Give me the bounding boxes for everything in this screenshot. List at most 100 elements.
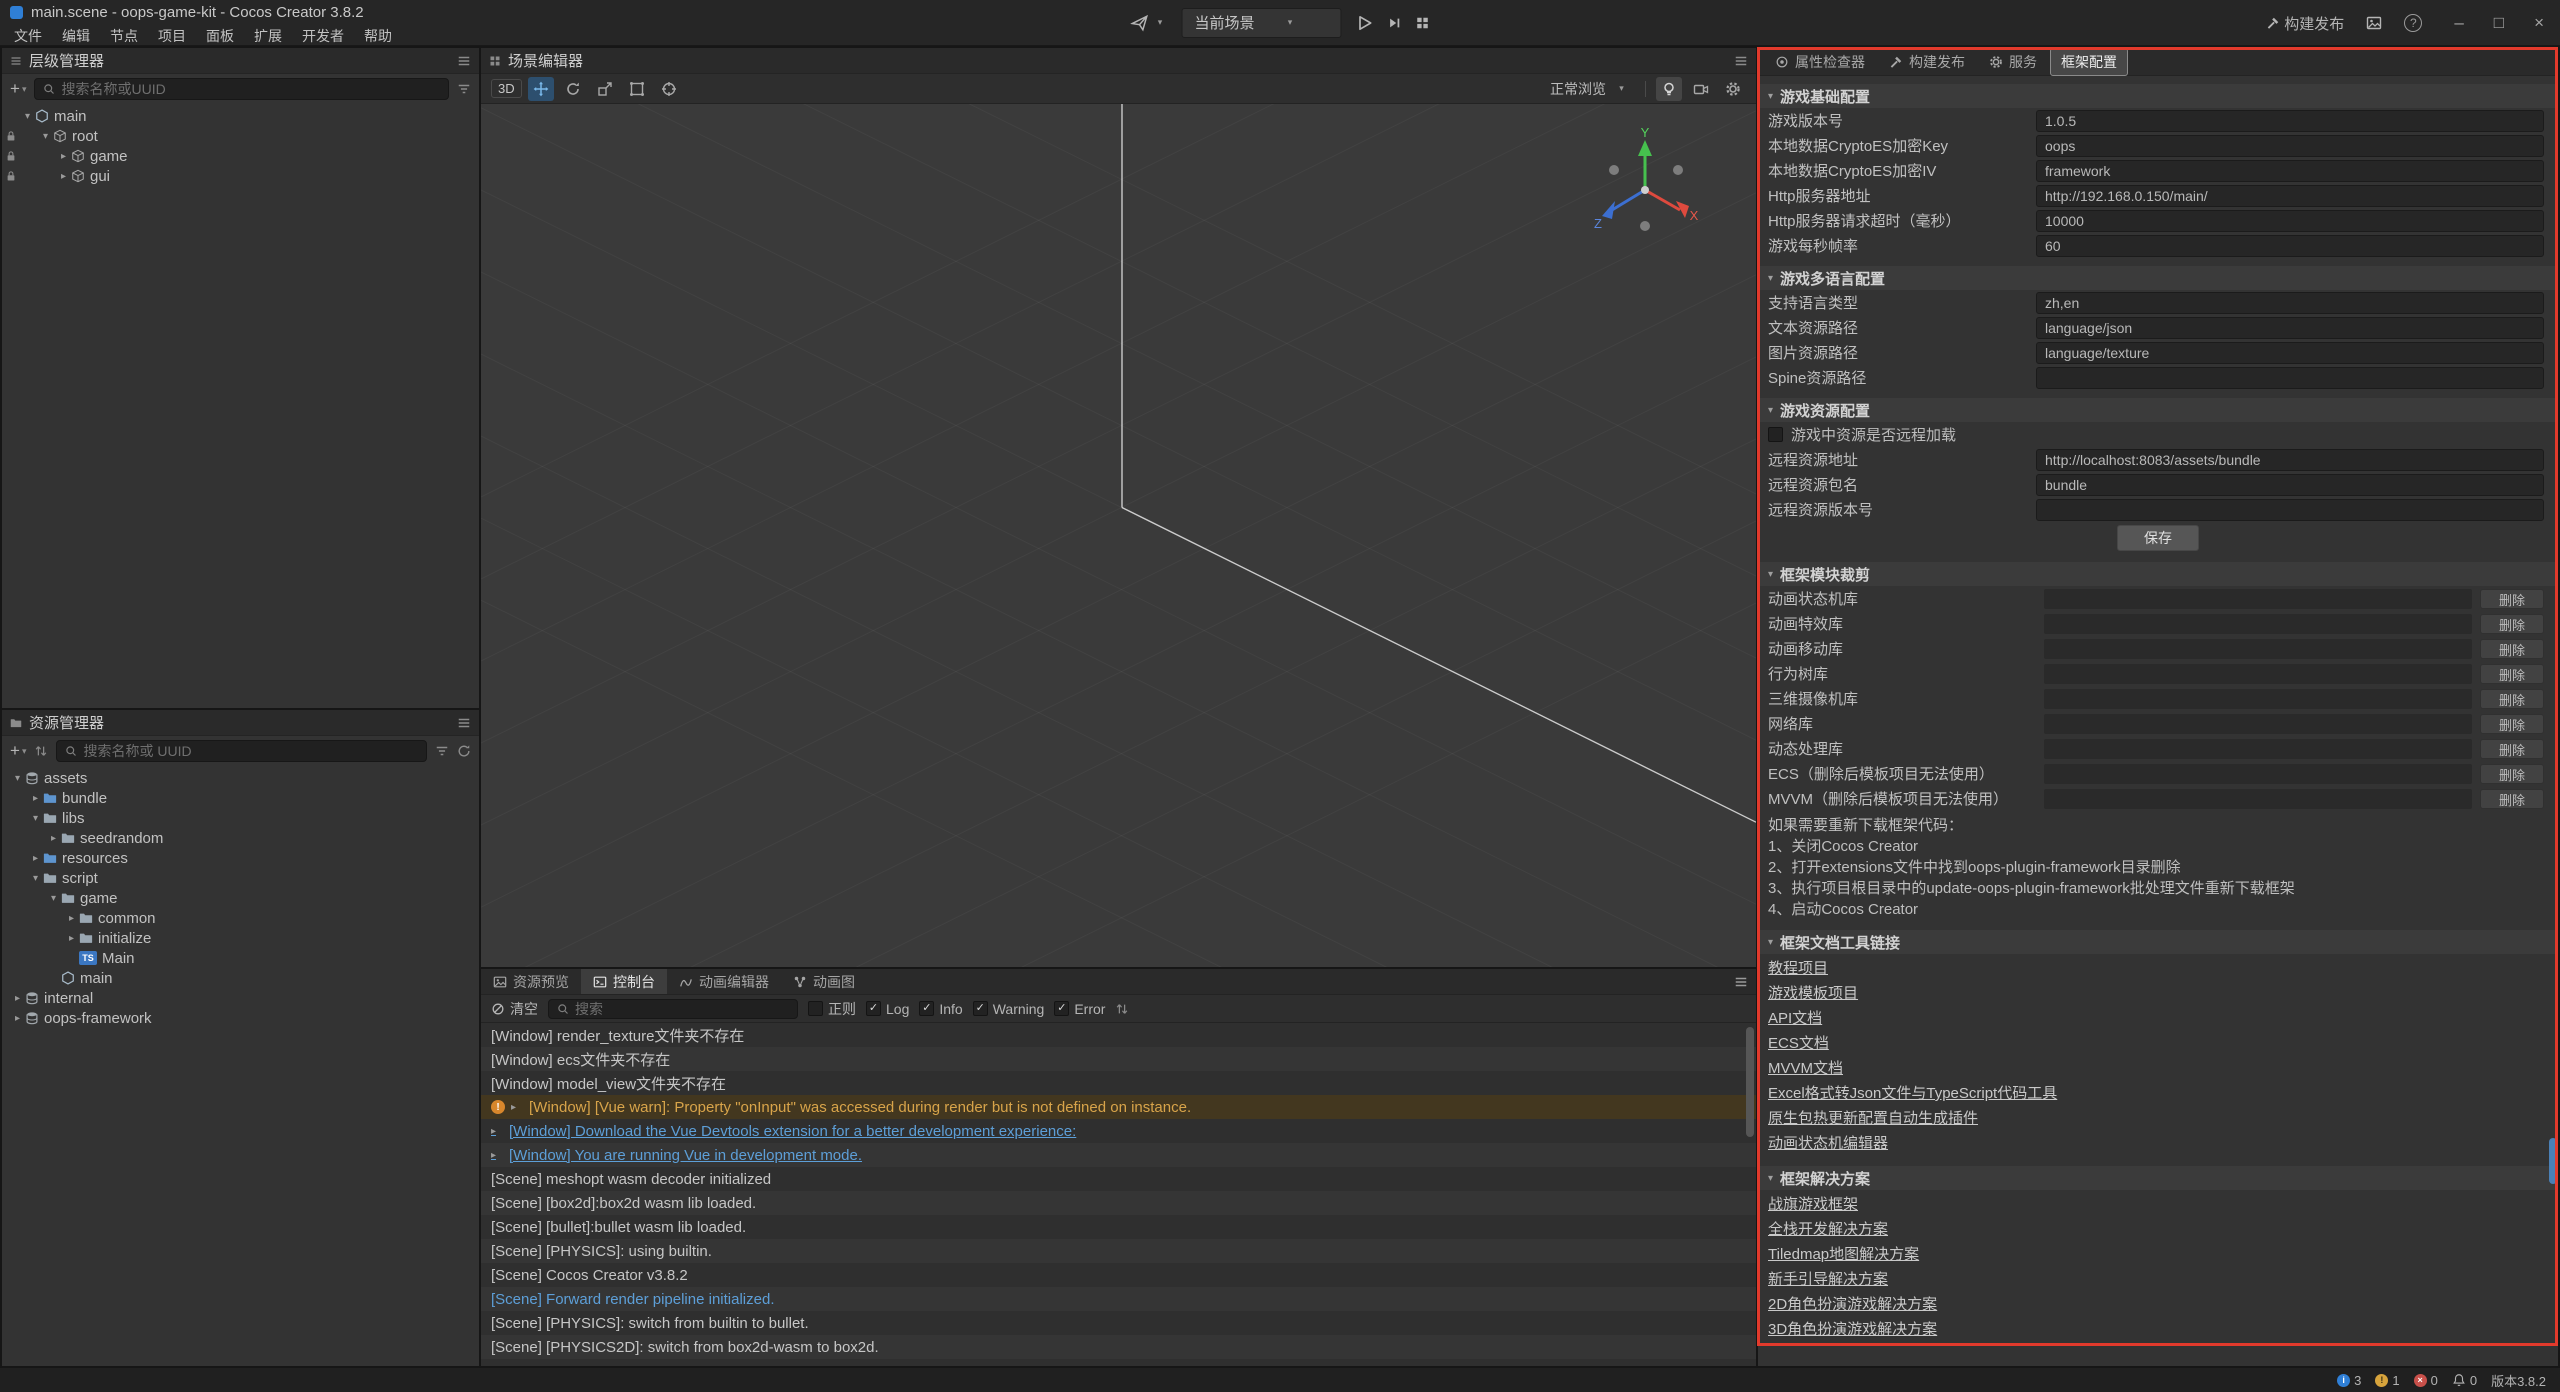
status-notifications[interactable]: 0: [2452, 1373, 2477, 1388]
link-template-project[interactable]: 游戏模板项目: [1768, 981, 1858, 1006]
window-close-button[interactable]: ×: [2534, 13, 2544, 33]
asset-node-initialize[interactable]: ▸ initialize: [2, 928, 479, 948]
image-path-input[interactable]: [2036, 342, 2544, 364]
delete-module-button[interactable]: 删除: [2480, 714, 2544, 734]
menu-project[interactable]: 项目: [148, 26, 196, 46]
expand-arrow-icon[interactable]: ▾: [38, 131, 53, 142]
asset-node-oops-framework[interactable]: ▸ oops-framework: [2, 1008, 479, 1028]
text-path-input[interactable]: [2036, 317, 2544, 339]
regex-toggle[interactable]: 正则: [808, 999, 856, 1019]
link-strategy-framework[interactable]: 战旗游戏框架: [1768, 1192, 1858, 1217]
tab-framework-config[interactable]: 框架配置: [2050, 48, 2128, 76]
rect-tool-button[interactable]: [624, 77, 650, 101]
link-mvvm-docs[interactable]: MVVM文档: [1768, 1056, 1843, 1081]
tab-animation-graph[interactable]: 动画图: [781, 969, 867, 994]
tab-services[interactable]: 服务: [1978, 48, 2048, 76]
section-game-basic-config[interactable]: ▾游戏基础配置: [1758, 84, 2558, 108]
tab-console[interactable]: 控制台: [581, 969, 667, 994]
save-button[interactable]: 保存: [2117, 525, 2199, 551]
filter-icon[interactable]: [435, 744, 449, 758]
log-line-warning[interactable]: !▸[Window] [Vue warn]: Property "onInput…: [481, 1095, 1756, 1119]
preview-platform-button[interactable]: ▾: [1131, 14, 1168, 32]
hierarchy-node-game[interactable]: ▸ game: [2, 146, 479, 166]
panel-menu-icon[interactable]: [1734, 54, 1748, 68]
status-warning-count[interactable]: !1: [2375, 1373, 2399, 1388]
section-solutions[interactable]: ▾框架解决方案: [1758, 1166, 2558, 1190]
lock-icon[interactable]: [5, 150, 17, 162]
inspector-scrollbar[interactable]: [2549, 1138, 2557, 1184]
scene-viewport[interactable]: Y X Z: [481, 104, 1756, 967]
crypto-iv-input[interactable]: [2036, 160, 2544, 182]
remote-bundle-input[interactable]: [2036, 474, 2544, 496]
play-button[interactable]: [1356, 14, 1374, 32]
log-line[interactable]: [Scene] [PHYSICS]: using builtin.: [481, 1239, 1756, 1263]
error-checkbox[interactable]: [1054, 1001, 1069, 1016]
move-tool-button[interactable]: [528, 77, 554, 101]
menu-panel[interactable]: 面板: [196, 26, 244, 46]
language-types-input[interactable]: [2036, 292, 2544, 314]
view-mode-dropdown[interactable]: 正常浏览 ▾: [1544, 77, 1635, 101]
expand-arrow-icon[interactable]: ▸: [491, 1150, 503, 1161]
asset-node-main-ts[interactable]: TS Main: [2, 948, 479, 968]
asset-node-libs[interactable]: ▾ libs: [2, 808, 479, 828]
expand-arrow-icon[interactable]: ▸: [491, 1126, 503, 1137]
console-search-input[interactable]: [575, 1001, 789, 1017]
log-line[interactable]: [Window] ecs文件夹不存在: [481, 1047, 1756, 1071]
http-server-input[interactable]: [2036, 185, 2544, 207]
log-line[interactable]: [Scene] [PHYSICS]: switch from builtin t…: [481, 1311, 1756, 1335]
delete-module-button[interactable]: 删除: [2480, 764, 2544, 784]
step-button[interactable]: [1388, 16, 1402, 30]
camera-settings-button[interactable]: [1688, 77, 1714, 101]
log-line[interactable]: [Scene] [bullet]:bullet wasm lib loaded.: [481, 1215, 1756, 1239]
log-line[interactable]: [Scene] Forward render pipeline initiali…: [481, 1287, 1756, 1311]
sort-icon[interactable]: [34, 744, 48, 758]
asset-node-main-scene[interactable]: main: [2, 968, 479, 988]
link-fullstack-solution[interactable]: 全栈开发解决方案: [1768, 1217, 1888, 1242]
asset-node-bundle[interactable]: ▸ bundle: [2, 788, 479, 808]
console-scrollbar[interactable]: [1746, 1027, 1754, 1137]
scene-settings-button[interactable]: [1720, 77, 1746, 101]
link-ecs-docs[interactable]: ECS文档: [1768, 1031, 1829, 1056]
spine-path-input[interactable]: [2036, 367, 2544, 389]
crypto-key-input[interactable]: [2036, 135, 2544, 157]
log-line[interactable]: [Window] render_texture文件夹不存在: [481, 1023, 1756, 1047]
window-maximize-button[interactable]: □: [2494, 13, 2504, 33]
asset-node-common[interactable]: ▸ common: [2, 908, 479, 928]
log-line[interactable]: ▸[Window] You are running Vue in develop…: [481, 1143, 1756, 1167]
menu-edit[interactable]: 编辑: [52, 26, 100, 46]
http-timeout-input[interactable]: [2036, 210, 2544, 232]
tab-asset-preview[interactable]: 资源预览: [481, 969, 581, 994]
expand-arrow-icon[interactable]: ▸: [56, 171, 71, 182]
fps-input[interactable]: [2036, 235, 2544, 257]
assets-search-input[interactable]: [83, 743, 418, 759]
remote-version-input[interactable]: [2036, 499, 2544, 521]
lock-icon[interactable]: [5, 170, 17, 182]
log-line[interactable]: [Scene] Cocos Creator v3.8.2: [481, 1263, 1756, 1287]
help-button[interactable]: ?: [2404, 14, 2422, 32]
link-tutorial-project[interactable]: 教程项目: [1768, 956, 1828, 981]
window-minimize-button[interactable]: –: [2454, 13, 2463, 33]
log-line[interactable]: ▸[Window] Download the Vue Devtools exte…: [481, 1119, 1756, 1143]
delete-module-button[interactable]: 删除: [2480, 789, 2544, 809]
hierarchy-search-input[interactable]: [61, 81, 440, 97]
screenshot-button[interactable]: [2366, 15, 2382, 31]
warning-checkbox[interactable]: [973, 1001, 988, 1016]
link-guide-solution[interactable]: 新手引导解决方案: [1768, 1267, 1888, 1292]
create-node-button[interactable]: +▾: [10, 79, 26, 99]
asset-node-game[interactable]: ▾ game: [2, 888, 479, 908]
refresh-icon[interactable]: [457, 744, 471, 758]
delete-module-button[interactable]: 删除: [2480, 689, 2544, 709]
section-doc-links[interactable]: ▾框架文档工具链接: [1758, 930, 2558, 954]
hierarchy-node-root[interactable]: ▾ root: [2, 126, 479, 146]
asset-node-resources[interactable]: ▸ resources: [2, 848, 479, 868]
panel-menu-icon[interactable]: [457, 54, 471, 68]
menu-developer[interactable]: 开发者: [292, 26, 354, 46]
hierarchy-node-main[interactable]: ▾ main: [2, 106, 479, 126]
anchor-tool-button[interactable]: [656, 77, 682, 101]
link-3d-rpg-solution[interactable]: 3D角色扮演游戏解决方案: [1768, 1317, 1937, 1342]
lighting-toggle-button[interactable]: [1656, 77, 1682, 101]
scale-tool-button[interactable]: [592, 77, 618, 101]
filter-error[interactable]: Error: [1054, 1001, 1105, 1017]
delete-module-button[interactable]: 删除: [2480, 589, 2544, 609]
section-game-resource-config[interactable]: ▾游戏资源配置: [1758, 398, 2558, 422]
